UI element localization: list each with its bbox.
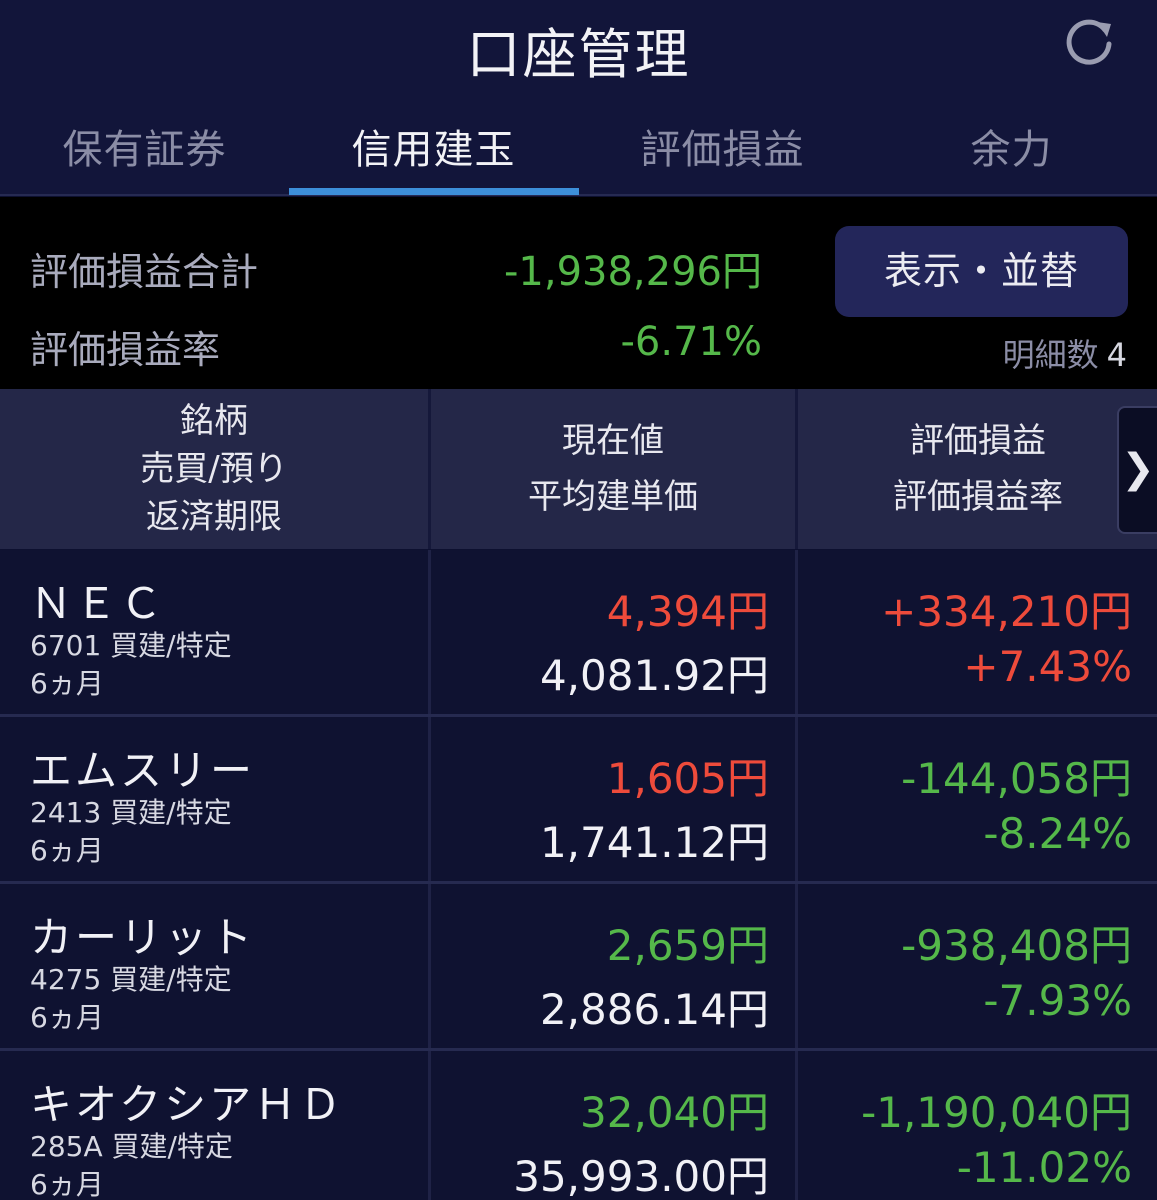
app-header: 口座管理 — [0, 0, 1157, 100]
pl-amount: +334,210円 — [881, 587, 1132, 636]
current-price: 1,605円 — [606, 754, 769, 803]
column-divider — [428, 1051, 431, 1200]
tab-margin-positions[interactable]: 信用建玉 — [289, 100, 578, 196]
column-divider — [795, 884, 798, 1048]
total-pl-value: -1,938,296円 — [503, 249, 762, 295]
current-price: 4,394円 — [606, 587, 769, 636]
column-divider — [795, 550, 798, 714]
tab-buying-power[interactable]: 余力 — [867, 100, 1156, 196]
position-row[interactable]: ＮＥＣ 6701 買建/特定 6ヵ月 4,394円 4,081.92円 +334… — [0, 550, 1157, 717]
repayment-term: 6ヵ月 — [30, 834, 104, 867]
column-divider — [428, 717, 431, 881]
pl-rate-label: 評価損益率 — [30, 328, 221, 372]
stock-name: エムスリー — [30, 746, 256, 795]
average-price: 4,081.92円 — [539, 651, 769, 700]
column-header-current-price: 現在値 — [562, 421, 664, 461]
average-price: 35,993.00円 — [513, 1152, 769, 1200]
column-divider — [795, 1051, 798, 1200]
column-header-average-price: 平均建単価 — [528, 477, 698, 517]
item-count-value: 4 — [1106, 336, 1127, 374]
average-price: 2,886.14円 — [539, 985, 769, 1034]
tab-bar: 保有証券 信用建玉 評価損益 余力 — [0, 100, 1157, 196]
column-header-term: 返済期限 — [146, 497, 282, 537]
repayment-term: 6ヵ月 — [30, 1001, 104, 1034]
stock-name: キオクシアＨＤ — [30, 1080, 345, 1129]
repayment-term: 6ヵ月 — [30, 1168, 104, 1200]
column-divider — [795, 717, 798, 881]
pl-rate: +7.43% — [963, 642, 1132, 691]
pl-amount: -938,408円 — [901, 921, 1132, 970]
table-header: 銘柄 売買/預り 返済期限 現在値 平均建単価 評価損益 評価損益率 — [0, 389, 1157, 549]
display-sort-button[interactable]: 表示・並替 — [835, 226, 1128, 317]
tab-profit-loss[interactable]: 評価損益 — [578, 100, 867, 196]
current-price: 2,659円 — [606, 921, 769, 970]
position-row[interactable]: エムスリー 2413 買建/特定 6ヵ月 1,605円 1,741.12円 -1… — [0, 717, 1157, 884]
pl-rate: -7.93% — [983, 976, 1132, 1025]
active-tab-indicator — [289, 188, 579, 195]
column-header-stock[interactable]: 銘柄 売買/預り 返済期限 — [0, 389, 428, 549]
column-header-pl-amount: 評価損益 — [910, 421, 1046, 461]
average-price: 1,741.12円 — [539, 818, 769, 867]
item-count-label: 明細数 — [1002, 336, 1099, 374]
position-row[interactable]: キオクシアＨＤ 285A 買建/特定 6ヵ月 32,040円 35,993.00… — [0, 1051, 1157, 1200]
stock-code-trade: 6701 買建/特定 — [30, 629, 232, 662]
column-header-price[interactable]: 現在値 平均建単価 — [431, 389, 795, 549]
item-count: 明細数 4 — [1003, 330, 1127, 376]
column-header-pl[interactable]: 評価損益 評価損益率 — [798, 389, 1157, 549]
column-divider — [428, 884, 431, 1048]
stock-code-trade: 285A 買建/特定 — [30, 1130, 233, 1163]
stock-name: カーリット — [30, 913, 256, 962]
column-header-trade-type: 売買/預り — [140, 449, 288, 489]
pl-amount: -1,190,040円 — [861, 1088, 1132, 1137]
stock-name: ＮＥＣ — [30, 579, 166, 628]
repayment-term: 6ヵ月 — [30, 667, 104, 700]
column-header-stock-name: 銘柄 — [180, 401, 248, 441]
summary-panel: 評価損益合計 -1,938,296円 評価損益率 -6.71% 表示・並替 明細… — [0, 197, 1157, 389]
tab-holdings[interactable]: 保有証券 — [0, 100, 289, 196]
stock-code-trade: 4275 買建/特定 — [30, 963, 232, 996]
pl-rate: -11.02% — [956, 1143, 1132, 1192]
page-title: 口座管理 — [466, 23, 691, 86]
pl-amount: -144,058円 — [901, 754, 1132, 803]
current-price: 32,040円 — [580, 1088, 769, 1137]
column-header-pl-rate: 評価損益率 — [893, 477, 1063, 517]
pl-rate: -8.24% — [983, 809, 1132, 858]
total-pl-label: 評価損益合計 — [30, 250, 259, 294]
column-divider — [428, 550, 431, 714]
refresh-icon[interactable] — [1061, 14, 1117, 70]
position-row[interactable]: カーリット 4275 買建/特定 6ヵ月 2,659円 2,886.14円 -9… — [0, 884, 1157, 1051]
pl-rate-value: -6.71% — [620, 319, 762, 365]
stock-code-trade: 2413 買建/特定 — [30, 796, 232, 829]
chevron-right-icon[interactable]: ❯ — [1117, 406, 1157, 534]
